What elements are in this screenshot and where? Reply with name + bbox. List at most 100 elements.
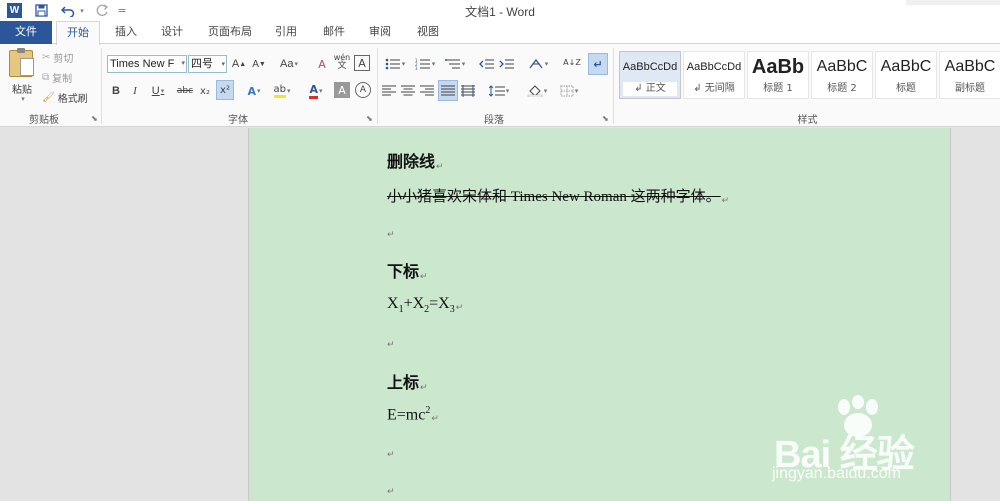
align-left-icon <box>382 85 396 96</box>
brush-icon: 🖌 <box>42 91 55 103</box>
font-color-button[interactable]: A ▾ <box>304 82 328 100</box>
distributed-button[interactable] <box>460 82 476 100</box>
style-preview: AaBbC <box>944 58 996 75</box>
superscript-button[interactable]: x² <box>216 80 234 100</box>
underline-button[interactable]: U ▾ <box>147 82 169 100</box>
tab-insert[interactable]: 插入 <box>104 21 148 44</box>
font-name-combobox[interactable]: Times New F ▾ <box>107 55 187 73</box>
align-center-button[interactable] <box>400 82 416 100</box>
strikethrough-button[interactable]: abc <box>176 82 194 100</box>
font-size-combobox[interactable]: 四号 ▾ <box>188 55 227 73</box>
sort-button[interactable]: A↓Z <box>563 53 581 71</box>
asian-layout-button[interactable]: ▾ <box>525 55 551 73</box>
style-name: ↲ 无间隔 <box>693 83 735 94</box>
style-name: 标题 <box>896 83 916 94</box>
subscript-base-x2: +X <box>403 295 425 312</box>
shrink-font-button[interactable]: A ▼ <box>252 55 266 73</box>
align-left-button[interactable] <box>381 82 397 100</box>
clipboard-group-label: 剪贴板 <box>29 115 59 126</box>
enclose-characters-button[interactable]: A <box>355 82 371 98</box>
paragraph-mark: ↵ <box>420 271 428 281</box>
distributed-icon <box>461 85 475 97</box>
tab-references[interactable]: 引用 <box>264 21 308 44</box>
clear-formatting-button[interactable]: A <box>314 55 330 73</box>
font-dropdown-icon[interactable]: ▾ <box>181 56 185 72</box>
superscript-2: 2 <box>425 405 431 416</box>
numbering-button[interactable]: 1 2 3 ▾ <box>412 55 438 73</box>
clipboard-launcher-icon[interactable]: ⬊ <box>91 114 98 123</box>
change-case-button[interactable]: Aa ▾ <box>276 55 302 73</box>
heading-text: 上标 <box>387 375 420 392</box>
text-effects-button[interactable]: A ▾ <box>243 82 265 100</box>
subscript-3: 3 <box>449 304 455 316</box>
font-launcher-icon[interactable]: ⬊ <box>366 114 373 123</box>
multilevel-list-icon <box>444 59 460 69</box>
style-normal[interactable]: AaBbCcDd ↲ 正文 <box>619 51 681 99</box>
sort-az-label: A↓Z <box>563 57 581 67</box>
phonetic-guide-button[interactable]: wén 文 <box>333 53 351 71</box>
cut-button[interactable]: ✂ 剪切 <box>42 49 73 65</box>
style-preview: AaBbC <box>816 58 868 75</box>
align-right-button[interactable] <box>419 82 435 100</box>
decrease-indent-button[interactable] <box>478 55 496 73</box>
copy-icon: ⧉ <box>42 71 50 83</box>
cut-label: 剪切 <box>53 53 74 65</box>
numbering-icon: 123 <box>415 58 430 70</box>
multilevel-list-button[interactable]: ▾ <box>442 55 468 73</box>
style-preview: AaBbC <box>880 58 932 75</box>
paragraph-launcher-icon[interactable]: ⬊ <box>602 114 609 123</box>
grow-font-button[interactable]: A ▲ <box>232 55 246 73</box>
character-border-button[interactable]: A <box>354 55 370 71</box>
copy-label: 复制 <box>52 73 73 85</box>
ribbon-tabs: 文件 开始 插入 设计 页面布局 引用 邮件 审阅 视图 <box>0 21 1000 45</box>
scissors-icon: ✂ <box>42 51 51 63</box>
increase-indent-button[interactable] <box>498 55 516 73</box>
tab-page-layout[interactable]: 页面布局 <box>200 21 260 44</box>
style-title[interactable]: AaBbC 标题 <box>875 51 937 99</box>
format-painter-label: 格式刷 <box>57 93 88 105</box>
highlight-button[interactable]: ab ▾ <box>270 82 294 100</box>
style-name: 标题 1 <box>763 83 793 94</box>
tab-review[interactable]: 审阅 <box>358 21 402 44</box>
text-effects-label: A <box>247 84 256 98</box>
subscript-paragraph: X1+X2=X3↵ <box>387 295 463 315</box>
empty-paragraph-mark: ↵ <box>387 449 395 459</box>
bullets-button[interactable]: ▾ <box>382 55 408 73</box>
copy-button[interactable]: ⧉ 复制 <box>42 69 72 85</box>
style-name: ↲ 正文 <box>623 82 677 96</box>
character-border-label: A <box>358 56 366 70</box>
heading-subscript: 下标↵ <box>387 258 428 282</box>
justify-button[interactable] <box>438 80 458 101</box>
italic-button[interactable]: I <box>129 82 141 100</box>
line-spacing-icon <box>488 85 505 97</box>
show-marks-button[interactable]: ↵ <box>588 53 608 75</box>
format-painter-button[interactable]: 🖌 格式刷 <box>42 89 88 105</box>
title-bar: W ▾ = 文档1 - Word <box>0 0 1000 21</box>
style-heading-1[interactable]: AaBb 标题 1 <box>747 51 809 99</box>
phonetic-char-icon: 文 <box>337 61 347 71</box>
align-center-icon <box>401 85 415 96</box>
subscript-button[interactable]: x₂ <box>197 82 213 100</box>
tab-design[interactable]: 设计 <box>150 21 194 44</box>
style-subtitle[interactable]: AaBbC 副标题 <box>939 51 1000 99</box>
tab-home[interactable]: 开始 <box>56 21 100 45</box>
tab-view[interactable]: 视图 <box>406 21 450 44</box>
paste-dropdown-icon[interactable]: ▾ <box>18 95 28 103</box>
highlight-label: ab <box>273 84 286 98</box>
style-preview: AaBbCcDd <box>686 61 742 73</box>
line-spacing-button[interactable]: ▾ <box>485 82 513 100</box>
style-heading-2[interactable]: AaBbC 标题 2 <box>811 51 873 99</box>
borders-button[interactable]: ▾ <box>555 82 583 100</box>
style-no-spacing[interactable]: AaBbCcDd ↲ 无间隔 <box>683 51 745 99</box>
heading-strikethrough: 删除线↵ <box>387 148 444 172</box>
paint-bucket-icon <box>527 85 542 97</box>
character-shading-button[interactable]: A <box>334 82 350 98</box>
separator <box>377 48 378 124</box>
bold-button[interactable]: B <box>109 82 123 100</box>
tab-mailings[interactable]: 邮件 <box>312 21 356 44</box>
paste-sheet-icon <box>20 58 34 76</box>
tab-file[interactable]: 文件 <box>0 21 52 44</box>
empty-paragraph-mark: ↵ <box>387 229 395 239</box>
shading-button[interactable]: ▾ <box>523 82 551 100</box>
size-dropdown-icon[interactable]: ▾ <box>221 56 225 72</box>
